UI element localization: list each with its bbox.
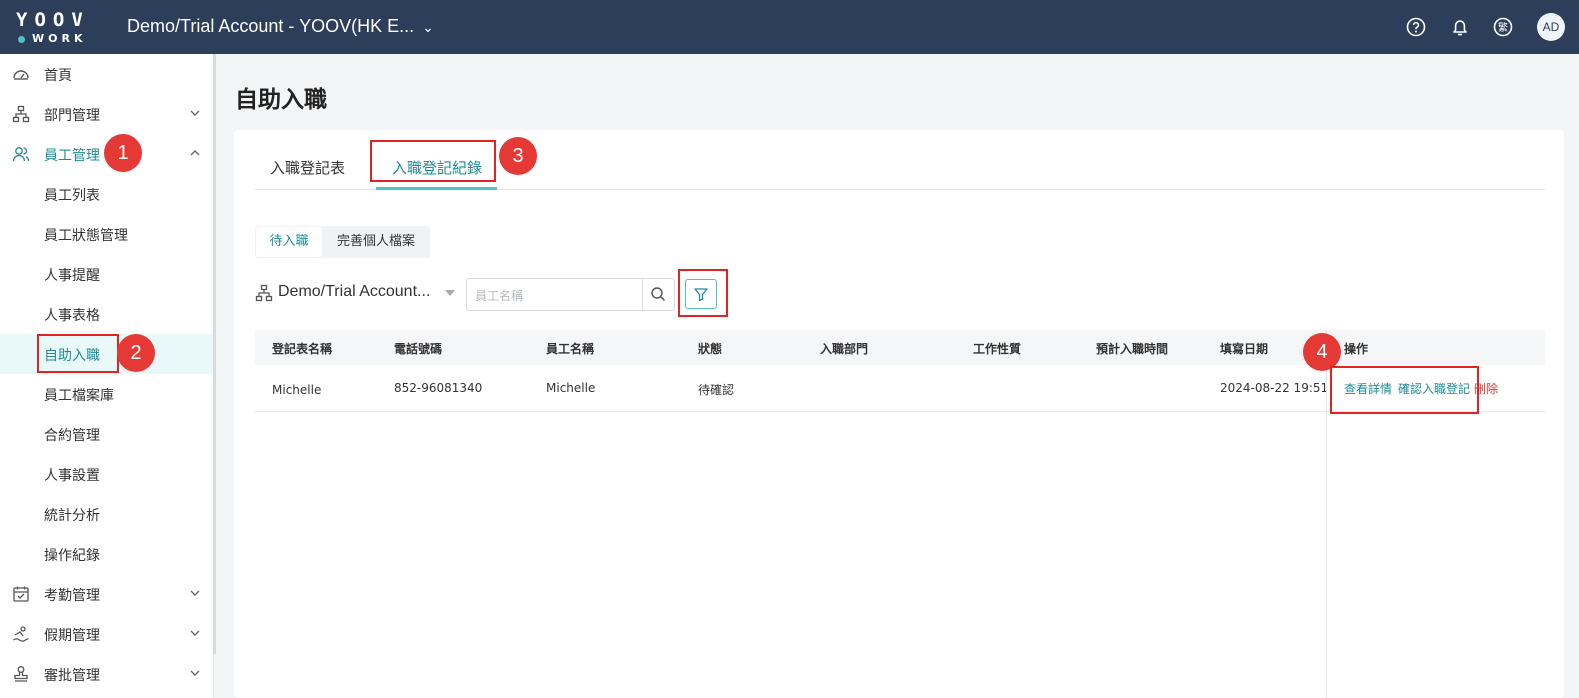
content-card [234, 130, 1564, 698]
sidebar-item-attendance[interactable]: 考勤管理 [0, 574, 213, 614]
sidebar-item-label: 人事提醒 [44, 268, 100, 284]
sidebar-item-analytics[interactable]: 統計分析 [0, 494, 213, 534]
bell-icon[interactable] [1449, 16, 1471, 38]
sidebar-item-label: 合約管理 [44, 428, 100, 444]
sidebar-item-leave[interactable]: 假期管理 [0, 614, 213, 654]
account-switcher[interactable]: Demo/Trial Account - YOOV(HK E... ⌄ [127, 16, 434, 37]
logo-text-bottom: WORK [32, 32, 87, 45]
language-icon[interactable]: 繁 [1492, 16, 1514, 38]
top-bar: YOOV WORK Demo/Trial Account - YOOV(HK E… [0, 0, 1579, 54]
sidebar-item-label: 考勤管理 [44, 588, 100, 604]
yoov-work-logo[interactable]: YOOV WORK [14, 9, 94, 47]
sidebar-item-label: 員工管理 [44, 148, 100, 164]
column-header-form-name: 登記表名稱 [272, 342, 333, 356]
chevron-down-icon [190, 670, 200, 676]
fixed-column-divider [1326, 330, 1327, 698]
column-header-employee-name: 員工名稱 [546, 342, 595, 356]
tab-onboarding-form[interactable]: 入職登記表 [270, 157, 345, 178]
sidebar-item-label: 人事設置 [44, 468, 100, 484]
annotation-badge-1: 1 [104, 134, 142, 172]
stamp-icon [14, 666, 28, 682]
sidebar-scrollbar[interactable] [213, 54, 216, 654]
dashboard-icon [13, 70, 29, 80]
sidebar-item-home[interactable]: 首頁 [0, 54, 213, 94]
column-header-actions: 操作 [1344, 342, 1369, 356]
annotation-box-self-onboarding [37, 334, 119, 373]
sidebar-item-label: 員工檔案庫 [44, 388, 114, 404]
annotation-box-actions [1330, 366, 1479, 414]
column-header-status: 狀態 [698, 342, 723, 356]
sidebar-item-operation-log[interactable]: 操作紀錄 [0, 534, 213, 574]
sidebar-item-label: 審批管理 [44, 668, 100, 684]
help-icon[interactable] [1405, 16, 1427, 38]
sidebar-item-label: 首頁 [44, 68, 72, 84]
employee-search-box[interactable]: 員工名稱 [466, 278, 675, 311]
chevron-down-icon [190, 110, 200, 116]
annotation-box-filter [678, 269, 728, 317]
annotation-box-records-tab [370, 140, 496, 182]
chevron-up-icon [190, 150, 200, 156]
cell-filled-date: 2024-08-22 19:51 [1220, 381, 1329, 395]
logo-text-top: YOOV [16, 9, 90, 31]
sidebar-item-hr-settings[interactable]: 人事設置 [0, 454, 213, 494]
sidebar-item-department[interactable]: 部門管理 [0, 94, 213, 134]
caret-down-icon [445, 290, 455, 296]
sidebar-item-label: 部門管理 [44, 108, 100, 124]
avatar[interactable]: AD [1537, 13, 1565, 41]
account-name: Demo/Trial Account - YOOV(HK E... [127, 16, 415, 36]
sidebar-item-employee-status[interactable]: 員工狀態管理 [0, 214, 213, 254]
sidebar-item-label: 操作紀錄 [44, 548, 100, 564]
sidebar-item-hr-forms[interactable]: 人事表格 [0, 294, 213, 334]
search-icon[interactable] [650, 286, 666, 302]
chevron-down-icon: ⌄ [422, 19, 434, 35]
annotation-badge-3: 3 [499, 137, 537, 175]
annotation-badge-2: 2 [117, 334, 155, 372]
sidebar-item-employee-archive[interactable]: 員工檔案庫 [0, 374, 213, 414]
beach-icon [13, 626, 29, 642]
logo-dot [18, 36, 25, 43]
segment-pending-onboarding[interactable]: 待入職 [256, 227, 322, 257]
page-title: 自助入職 [235, 87, 327, 113]
org-selector-value: Demo/Trial Account... [278, 283, 431, 300]
users-icon [12, 147, 30, 162]
cell-form-name: Michelle [272, 383, 322, 397]
sidebar-item-label: 員工列表 [44, 188, 100, 204]
sidebar-item-contracts[interactable]: 合約管理 [0, 414, 213, 454]
search-placeholder: 員工名稱 [475, 289, 524, 303]
chevron-down-icon [190, 590, 200, 596]
sidebar-item-approval[interactable]: 審批管理 [0, 654, 213, 694]
cell-status: 待確認 [698, 383, 735, 397]
sidebar-item-hr-reminders[interactable]: 人事提醒 [0, 254, 213, 294]
sidebar-item-employee-list[interactable]: 員工列表 [0, 174, 213, 214]
language-label: 繁 [1498, 21, 1508, 34]
org-chart-icon [255, 284, 273, 302]
sidebar-item-label: 統計分析 [44, 508, 100, 524]
org-chart-icon [12, 105, 30, 123]
column-header-expected-date: 預計入職時間 [1096, 342, 1169, 356]
sidebar-item-label: 員工狀態管理 [44, 228, 128, 244]
sidebar-item-label: 人事表格 [44, 308, 100, 324]
segment-complete-profile[interactable]: 完善個人檔案 [324, 227, 428, 257]
cell-employee-name: Michelle [546, 381, 596, 395]
column-header-job-type: 工作性質 [973, 342, 1022, 356]
chevron-down-icon [190, 630, 200, 636]
active-tab-indicator [376, 187, 497, 190]
column-header-department: 入職部門 [820, 342, 869, 356]
calendar-check-icon [13, 586, 29, 602]
cell-phone: 852-96081340 [394, 381, 483, 395]
column-header-filled-date: 填寫日期 [1220, 342, 1269, 356]
column-header-phone: 電話號碼 [394, 342, 443, 356]
sidebar-item-label: 假期管理 [44, 628, 100, 644]
search-divider [642, 279, 643, 310]
